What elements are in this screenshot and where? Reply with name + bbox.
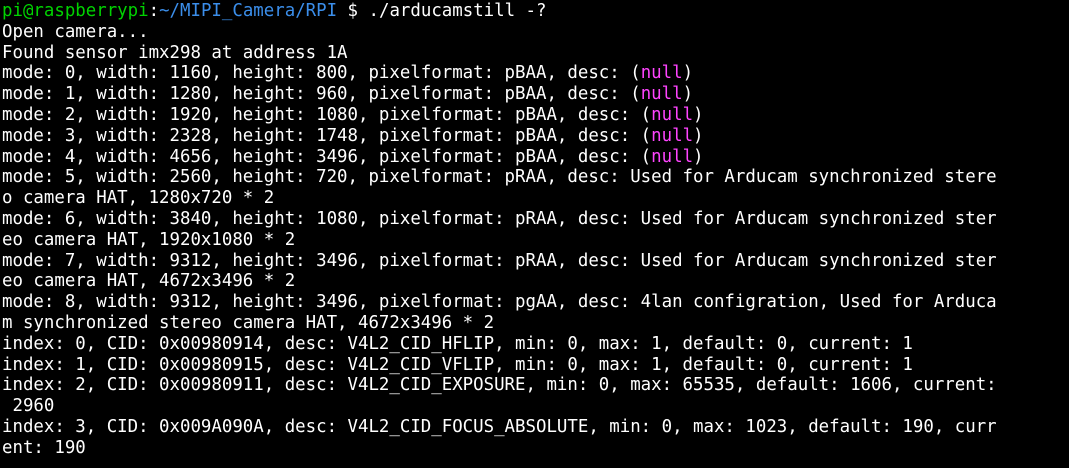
mode-line-tail: ) — [693, 104, 704, 125]
output-found-sensor: Found sensor imx298 at address 1A — [2, 42, 348, 63]
null-keyword: null — [651, 104, 694, 125]
output-line: o camera HAT, 1280x720 * 2 — [2, 188, 275, 209]
command-text: ./arducamstill -? — [368, 1, 547, 21]
output-line: index: 2, CID: 0x00980911, desc: V4L2_CI… — [2, 375, 997, 396]
mode-line-text: mode: 4, width: 4656, height: 3496, pixe… — [2, 146, 652, 167]
mode-line-text: mode: 1, width: 1280, height: 960, pixel… — [2, 84, 641, 105]
output-line: index: 3, CID: 0x009A090A, desc: V4L2_CI… — [2, 416, 997, 437]
mode-line-tail: ) — [693, 125, 704, 146]
mode-line-text: mode: 0, width: 1160, height: 800, pixel… — [2, 63, 641, 84]
output-line: mode: 5, width: 2560, height: 720, pixel… — [2, 167, 997, 188]
prompt-colon: : — [148, 1, 160, 21]
output-line: ent: 190 — [2, 437, 86, 458]
output-open-camera: Open camera... — [2, 21, 149, 42]
output-mode-line: mode: 0, width: 1160, height: 800, pixel… — [2, 63, 1069, 84]
prompt-user-host: pi@raspberrypi — [2, 1, 149, 21]
output-mode-line: mode: 4, width: 4656, height: 3496, pixe… — [2, 147, 1069, 168]
output-line: m synchronized stereo camera HAT, 4672x3… — [2, 312, 495, 333]
null-keyword: null — [640, 63, 683, 84]
terminal-window[interactable]: pi@raspberrypi:~/MIPI_Camera/RPI $ ./ard… — [0, 0, 1069, 468]
mode-line-tail: ) — [682, 84, 694, 105]
output-line: eo camera HAT, 1920x1080 * 2 — [2, 229, 296, 250]
output-line: index: 1, CID: 0x00980915, desc: V4L2_CI… — [2, 354, 913, 375]
mode-line-tail: ) — [682, 63, 694, 84]
output-line: mode: 7, width: 9312, height: 3496, pixe… — [2, 250, 997, 271]
mode-line-text: mode: 2, width: 1920, height: 1080, pixe… — [2, 104, 652, 125]
null-keyword: null — [651, 146, 694, 167]
output-mode-line: mode: 1, width: 1280, height: 960, pixel… — [2, 84, 1069, 105]
prompt-symbol: $ — [337, 1, 369, 21]
output-line: eo camera HAT, 4672x3496 * 2 — [2, 271, 296, 292]
output-line: mode: 6, width: 3840, height: 1080, pixe… — [2, 208, 997, 229]
null-keyword: null — [640, 84, 683, 105]
output-line: 2960 — [2, 396, 55, 417]
mode-line-text: mode: 3, width: 2328, height: 1748, pixe… — [2, 125, 652, 146]
prompt-line: pi@raspberrypi:~/MIPI_Camera/RPI $ ./ard… — [2, 1, 1069, 22]
output-mode-line: mode: 2, width: 1920, height: 1080, pixe… — [2, 105, 1069, 126]
output-mode-line: mode: 3, width: 2328, height: 1748, pixe… — [2, 126, 1069, 147]
output-line: index: 0, CID: 0x00980914, desc: V4L2_CI… — [2, 333, 913, 354]
prompt-path: ~/MIPI_Camera/RPI — [159, 1, 338, 21]
output-line: mode: 8, width: 9312, height: 3496, pixe… — [2, 292, 997, 313]
mode-line-tail: ) — [693, 146, 704, 167]
null-keyword: null — [651, 125, 694, 146]
